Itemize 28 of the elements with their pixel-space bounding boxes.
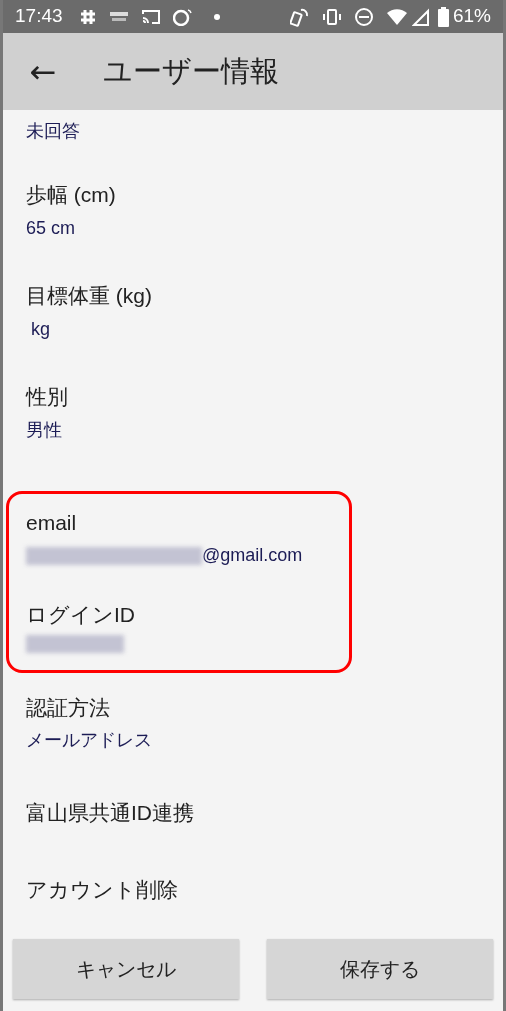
signal-icon [411,7,430,26]
setting-label[interactable]: 歩幅 (cm) [26,179,116,211]
setting-value: 未回答 [26,120,80,143]
setting-label[interactable]: email [26,506,77,539]
setting-value: メールアドレス [26,729,152,753]
status-time: 17:43 [15,4,63,29]
setting-value: 65 cm [26,216,76,240]
screen-title: ユーザー情報 [103,53,279,89]
battery-icon [437,6,449,27]
battery-percent: 61% [452,4,491,29]
do-not-disturb-icon [353,6,374,27]
cast-icon [140,8,161,25]
setting-label[interactable]: 認証方法 [26,691,110,724]
dot-icon [212,12,221,21]
action-button[interactable]: キャンセル [13,939,239,999]
setting-value: 男性 [26,418,62,442]
setting-label[interactable]: 目標体重 (kg) [26,280,152,312]
setting-value: kg [30,317,50,341]
setting-label[interactable]: 性別 [26,381,68,413]
setting-label[interactable]: 富山県共通ID連携 [26,797,194,829]
vibrate-icon [321,7,342,26]
setting-label[interactable]: ログインID [26,599,135,631]
action-button[interactable]: 保存する [267,939,493,999]
nfc-icon [289,6,310,27]
wifi-icon [385,7,408,26]
setting-label[interactable]: アカウント削除 [26,874,178,906]
setting-value: @gmail.com [202,544,303,568]
back-button[interactable]: ← [3,41,83,102]
